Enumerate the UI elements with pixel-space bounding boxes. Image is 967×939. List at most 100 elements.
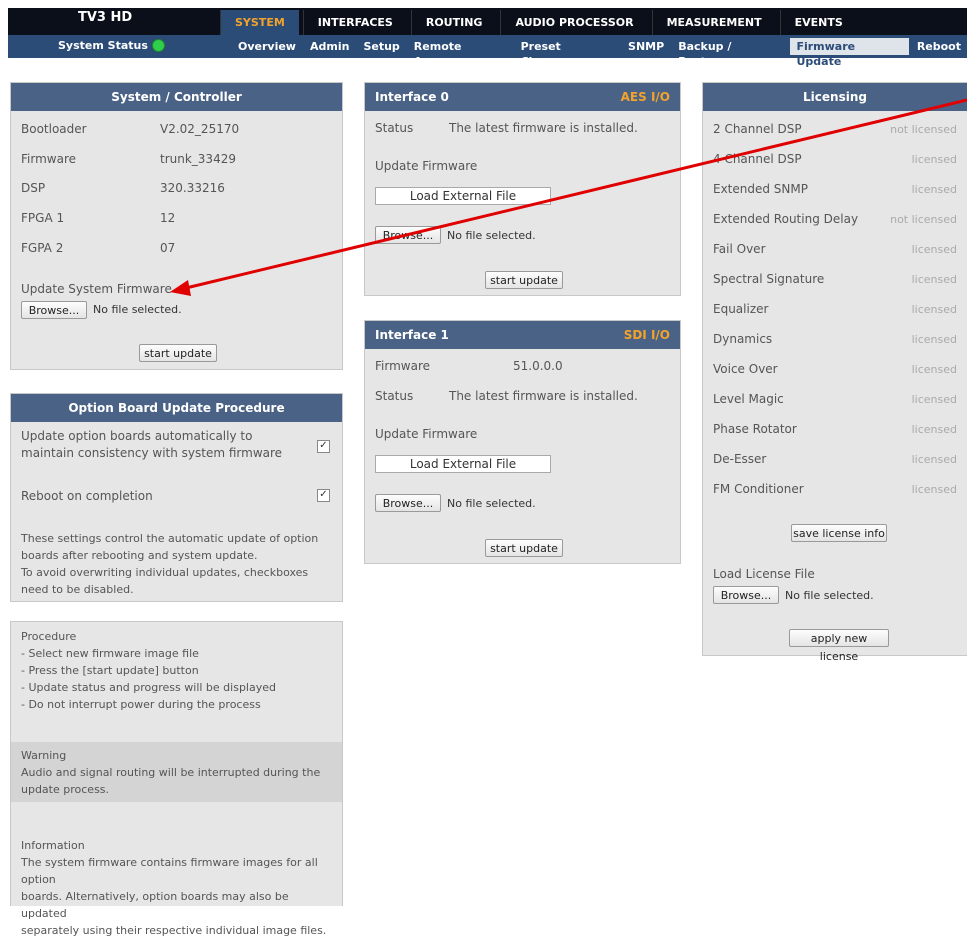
subtab-overview[interactable]: Overview	[232, 38, 302, 55]
bootloader-label: Bootloader	[21, 122, 87, 136]
device-name: TV3 HD	[78, 10, 133, 25]
reboot-on-completion-label: Reboot on completion	[21, 489, 153, 503]
interface1-start-update-button[interactable]: start update	[485, 539, 563, 557]
procedure-step: - Press the [start update] button	[21, 664, 199, 677]
subtab-remote-access[interactable]: Remote Access	[408, 38, 513, 68]
dsp-label: DSP	[21, 181, 46, 195]
save-license-info-button[interactable]: save license info	[791, 524, 887, 542]
interface0-load-external-file[interactable]: Load External File	[375, 187, 551, 205]
license-status: licensed	[911, 423, 957, 436]
interface0-title: Interface 0	[375, 90, 449, 104]
fpga1-label: FPGA 1	[21, 211, 65, 225]
warning-line: update process.	[21, 783, 110, 796]
interface0-browse-button[interactable]: Browse...	[375, 226, 441, 244]
interface0-update-label: Update Firmware	[375, 159, 478, 173]
interface1-firmware-value: 51.0.0.0	[513, 359, 563, 373]
option-board-title: Option Board Update Procedure	[11, 394, 342, 422]
interface1-status-value: The latest firmware is installed.	[449, 389, 638, 403]
license-name: Dynamics	[713, 332, 773, 346]
main-tabs: SYSTEM INTERFACES ROUTING AUDIO PROCESSO…	[220, 10, 857, 35]
licensing-title: Licensing	[703, 83, 967, 111]
interface1-update-label: Update Firmware	[375, 427, 478, 441]
warning-text: Warning Audio and signal routing will be…	[11, 747, 343, 798]
interface1-load-external-file[interactable]: Load External File	[375, 455, 551, 473]
reboot-on-completion-checkbox[interactable]: ✓	[317, 489, 330, 502]
license-status: not licensed	[890, 123, 957, 136]
license-status: licensed	[911, 183, 957, 196]
interface1-type: SDI I/O	[623, 328, 670, 342]
subtab-backup-restore[interactable]: Backup / Restore	[672, 38, 788, 68]
license-status: licensed	[911, 273, 957, 286]
tab-measurement[interactable]: MEASUREMENT	[651, 10, 776, 35]
interface1-header: Interface 1 SDI I/O	[365, 321, 680, 349]
interface1-browse-button[interactable]: Browse...	[375, 494, 441, 512]
license-status: licensed	[911, 243, 957, 256]
system-start-update-button[interactable]: start update	[139, 344, 217, 362]
interface0-panel: Interface 0 AES I/O Status The latest fi…	[364, 82, 681, 296]
firmware-label: Firmware	[21, 152, 76, 166]
interface0-status-label: Status	[375, 121, 414, 135]
license-name: Fail Over	[713, 242, 766, 256]
license-status: licensed	[911, 333, 957, 346]
tab-system[interactable]: SYSTEM	[220, 10, 299, 35]
top-navigation: TV3 HD SYSTEM INTERFACES ROUTING AUDIO P…	[0, 0, 967, 68]
tab-events[interactable]: EVENTS	[779, 10, 857, 35]
fpga2-label: FGPA 2	[21, 241, 64, 255]
auto-update-checkbox[interactable]: ✓	[317, 440, 330, 453]
subtab-setup[interactable]: Setup	[357, 38, 405, 55]
apply-new-license-button[interactable]: apply new license	[789, 629, 889, 663]
license-name: Level Magic	[713, 392, 784, 406]
note-line: need to be disabled.	[21, 583, 134, 596]
license-name: 2 Channel DSP	[713, 122, 802, 136]
option-board-note: These settings control the automatic upd…	[11, 530, 343, 598]
interface1-no-file-text: No file selected.	[447, 497, 536, 510]
sub-tabs: Overview Admin Setup Remote Access Prese…	[232, 38, 967, 68]
license-browse-button[interactable]: Browse...	[713, 586, 779, 604]
warning-line: Audio and signal routing will be interru…	[21, 766, 321, 779]
information-line: The system firmware contains firmware im…	[21, 856, 318, 886]
bootloader-value: V2.02_25170	[160, 122, 240, 136]
auto-update-label-line2: maintain consistency with system firmwar…	[21, 446, 283, 460]
interface0-start-update-button[interactable]: start update	[485, 271, 563, 289]
system-browse-button[interactable]: Browse...	[21, 301, 87, 319]
note-line: boards after rebooting and system update…	[21, 549, 258, 562]
subtab-admin[interactable]: Admin	[304, 38, 355, 55]
license-status: licensed	[911, 153, 957, 166]
license-name: Extended Routing Delay	[713, 212, 859, 226]
fpga2-value: 07	[160, 241, 176, 255]
procedure-step: - Do not interrupt power during the proc…	[21, 698, 261, 711]
interface0-status-value: The latest firmware is installed.	[449, 121, 638, 135]
tab-routing[interactable]: ROUTING	[410, 10, 497, 35]
interface1-panel: Interface 1 SDI I/O Firmware 51.0.0.0 St…	[364, 320, 681, 564]
interface1-status-label: Status	[375, 389, 414, 403]
update-system-firmware-label: Update System Firmware	[21, 282, 172, 296]
interface0-header: Interface 0 AES I/O	[365, 83, 680, 111]
procedure-step: - Select new firmware image file	[21, 647, 199, 660]
information-line: boards. Alternatively, option boards may…	[21, 890, 289, 920]
information-heading: Information	[21, 839, 85, 852]
subtab-reboot[interactable]: Reboot	[911, 38, 967, 55]
license-name: 4 Channel DSP	[713, 152, 802, 166]
warning-block: Warning Audio and signal routing will be…	[11, 742, 342, 802]
auto-update-label-line1: Update option boards automatically to	[21, 429, 253, 443]
tab-audio-processor[interactable]: AUDIO PROCESSOR	[500, 10, 648, 35]
license-status: licensed	[911, 303, 957, 316]
tab-interfaces[interactable]: INTERFACES	[302, 10, 407, 35]
interface1-firmware-label: Firmware	[375, 359, 430, 373]
system-status[interactable]: System Status	[58, 39, 165, 52]
subtab-snmp[interactable]: SNMP	[622, 38, 670, 55]
load-license-file-label: Load License File	[713, 567, 815, 581]
license-status: licensed	[911, 363, 957, 376]
information-block: Information The system firmware contains…	[11, 837, 343, 939]
procedure-step: - Update status and progress will be dis…	[21, 681, 276, 694]
subtab-firmware-update[interactable]: Firmware Update	[790, 38, 909, 68]
license-status: licensed	[911, 393, 957, 406]
system-controller-panel: System / Controller Bootloader V2.02_251…	[10, 82, 343, 370]
subtab-preset-cleanup[interactable]: Preset Cleanup	[515, 38, 620, 68]
license-name: Equalizer	[713, 302, 769, 316]
firmware-value: trunk_33429	[160, 152, 236, 166]
system-status-label: System Status	[58, 39, 148, 52]
license-name: Extended SNMP	[713, 182, 808, 196]
system-no-file-text: No file selected.	[93, 303, 182, 316]
license-name: Phase Rotator	[713, 422, 797, 436]
